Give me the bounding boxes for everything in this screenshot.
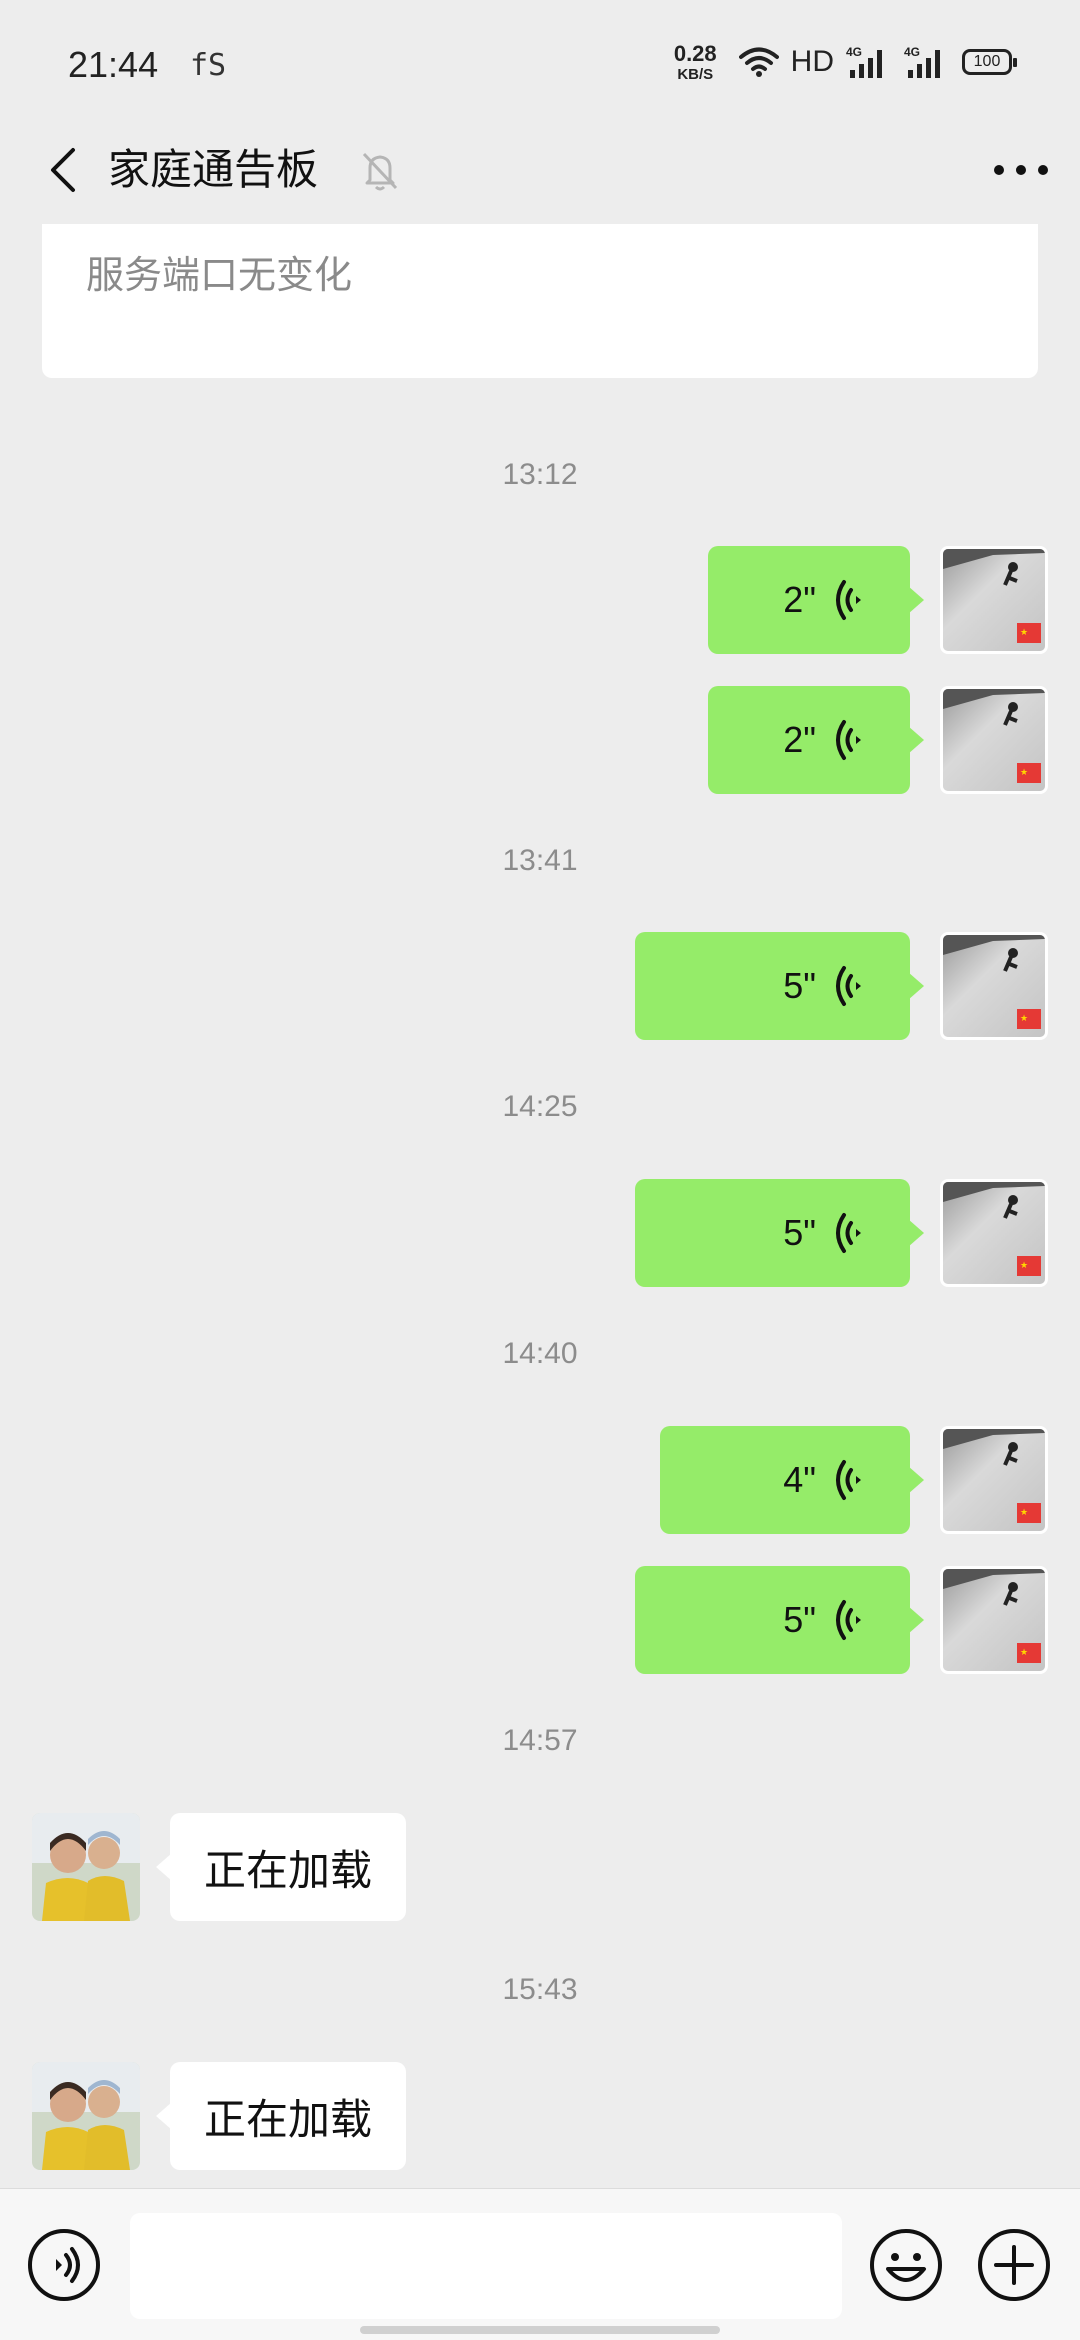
voice-duration: 2" <box>783 719 816 760</box>
svg-text:★: ★ <box>1020 1261 1028 1271</box>
voice-wave-icon <box>836 966 861 1006</box>
avatar-image <box>32 2062 140 2170</box>
network-speed-value: 0.28 <box>673 40 717 66</box>
voice-wave-icon <box>836 1213 861 1253</box>
text-message-bubble[interactable]: 正在加载 <box>155 1813 407 1921</box>
voice-message-bubble[interactable]: 2" <box>708 686 924 794</box>
back-button[interactable] <box>30 138 94 202</box>
avatar-image <box>32 1813 140 1921</box>
avatar-image: ★ <box>943 549 1045 651</box>
self-avatar[interactable]: ★ <box>940 1566 1048 1674</box>
message-timestamp: 13:41 <box>502 844 578 877</box>
status-icons: 0.28 KB/S HD 4G 4G 100 <box>673 40 1017 84</box>
self-avatar[interactable]: ★ <box>940 686 1048 794</box>
svg-text:★: ★ <box>1020 1508 1028 1518</box>
svg-text:★: ★ <box>1020 628 1028 638</box>
group-notice-text: 服务端口无变化 <box>86 253 353 297</box>
message-timestamp: 14:40 <box>502 1337 578 1370</box>
avatar-image: ★ <box>943 1569 1045 1671</box>
self-avatar[interactable]: ★ <box>940 546 1048 654</box>
more-options-button[interactable] <box>986 140 1056 200</box>
self-avatar[interactable]: ★ <box>940 1426 1048 1534</box>
network-speed: 0.28 KB/S <box>673 40 717 83</box>
message-list[interactable]: 服务端口无变化 13:12 2" ★ 2" ★ 13:41 5" ★ 14:25… <box>0 224 1080 2188</box>
voice-wave-icon <box>836 720 861 760</box>
voice-duration: 5" <box>783 1599 816 1640</box>
signal-icon-2: 4G <box>904 45 940 78</box>
avatar-image: ★ <box>943 1429 1045 1531</box>
voice-duration: 4" <box>783 1459 816 1500</box>
message-timestamp: 15:43 <box>502 1973 578 2006</box>
hd-label: HD <box>790 45 834 78</box>
contact-avatar[interactable] <box>32 2062 140 2170</box>
input-bar <box>0 2188 1080 2340</box>
voice-wave-icon <box>836 1600 861 1640</box>
chevron-left-icon <box>51 148 75 192</box>
voice-wave-icon <box>836 1460 861 1500</box>
svg-text:4G: 4G <box>846 45 862 59</box>
status-app-indicator: fS <box>190 48 227 83</box>
voice-duration: 5" <box>783 965 816 1006</box>
svg-text:★: ★ <box>1020 768 1028 778</box>
svg-text:4G: 4G <box>904 45 920 59</box>
voice-message-bubble[interactable]: 5" <box>635 932 924 1040</box>
message-timestamp: 14:57 <box>502 1724 578 1757</box>
status-time: 21:44 <box>68 44 159 85</box>
home-indicator[interactable] <box>360 2326 720 2334</box>
message-input[interactable] <box>130 2213 842 2319</box>
message-timestamp: 13:12 <box>502 458 578 491</box>
status-bar: 21:44 fS 0.28 KB/S HD 4G 4G 100 <box>0 0 1080 118</box>
self-avatar[interactable]: ★ <box>940 1179 1048 1287</box>
wifi-icon <box>738 47 779 77</box>
voice-wave-icon <box>836 580 861 620</box>
avatar-image: ★ <box>943 935 1045 1037</box>
chat-header: 家庭通告板 <box>0 118 1080 224</box>
bell-muted-icon <box>362 152 398 191</box>
voice-message-bubble[interactable]: 5" <box>635 1566 924 1674</box>
emoji-icon[interactable] <box>868 2227 944 2303</box>
plus-icon[interactable] <box>976 2227 1052 2303</box>
self-avatar[interactable]: ★ <box>940 932 1048 1040</box>
voice-duration: 2" <box>783 579 816 620</box>
network-speed-unit: KB/S <box>677 65 714 83</box>
signal-icon-1: 4G <box>846 45 882 78</box>
chat-title: 家庭通告板 <box>108 145 319 194</box>
voice-message-bubble[interactable]: 5" <box>635 1179 924 1287</box>
contact-avatar[interactable] <box>32 1813 140 1921</box>
message-timestamp: 14:25 <box>502 1090 578 1123</box>
avatar-image: ★ <box>943 1182 1045 1284</box>
svg-text:★: ★ <box>1020 1014 1028 1024</box>
text-message-bubble[interactable]: 正在加载 <box>155 2062 407 2170</box>
voice-message-bubble[interactable]: 2" <box>708 546 924 654</box>
battery-icon: 100 <box>962 49 1017 75</box>
voice-duration: 5" <box>783 1212 816 1253</box>
avatar-image: ★ <box>943 689 1045 791</box>
more-dots-icon <box>994 165 1048 175</box>
group-notice-card[interactable]: 服务端口无变化 <box>42 224 1038 378</box>
voice-message-bubble[interactable]: 4" <box>660 1426 924 1534</box>
svg-text:★: ★ <box>1020 1648 1028 1658</box>
voice-mode-icon[interactable] <box>26 2227 102 2303</box>
